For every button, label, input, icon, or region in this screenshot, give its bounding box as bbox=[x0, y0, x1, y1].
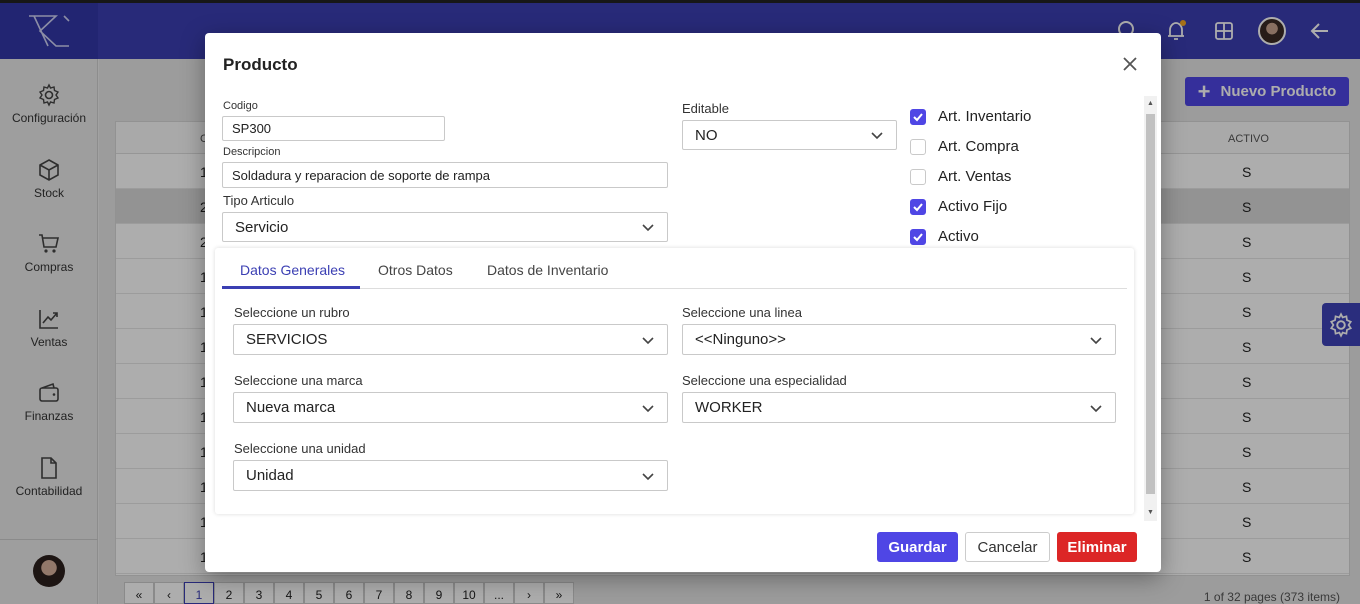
chevron-down-icon bbox=[642, 404, 654, 412]
product-modal: Producto ▲ ▼ Codigo SP300 Descripcion So… bbox=[205, 33, 1161, 572]
descripcion-field[interactable]: Soldadura y reparacion de soporte de ram… bbox=[222, 162, 668, 188]
tab-datos-generales[interactable]: Datos Generales bbox=[240, 262, 345, 278]
linea-label: Seleccione una linea bbox=[682, 305, 802, 320]
checkbox-unchecked[interactable] bbox=[910, 138, 926, 155]
checkbox-row[interactable]: Activo bbox=[910, 228, 979, 245]
chevron-down-icon bbox=[642, 336, 654, 344]
checkbox-row[interactable]: Art. Ventas bbox=[910, 168, 1011, 185]
close-icon[interactable] bbox=[1121, 55, 1139, 73]
tab-datos-inventario[interactable]: Datos de Inventario bbox=[487, 262, 608, 278]
tipo-articulo-label: Tipo Articulo bbox=[223, 193, 295, 208]
check-icon bbox=[913, 202, 923, 211]
tab-bar: Datos Generales Otros Datos Datos de Inv… bbox=[222, 248, 1127, 289]
checkbox-label: Art. Inventario bbox=[938, 108, 1032, 125]
active-tab-indicator bbox=[222, 286, 360, 289]
scroll-down-arrow[interactable]: ▼ bbox=[1146, 508, 1155, 518]
unidad-label: Seleccione una unidad bbox=[234, 441, 366, 456]
rubro-label: Seleccione un rubro bbox=[234, 305, 350, 320]
checkbox-label: Art. Ventas bbox=[938, 168, 1012, 185]
marca-value: Nueva marca bbox=[246, 399, 336, 416]
codigo-value: SP300 bbox=[232, 121, 272, 136]
checkbox-checked[interactable] bbox=[910, 198, 926, 215]
chevron-down-icon bbox=[642, 224, 654, 232]
checkbox-unchecked[interactable] bbox=[910, 168, 926, 185]
editable-label: Editable bbox=[682, 101, 729, 116]
check-icon bbox=[913, 232, 923, 241]
linea-value: <<Ninguno>> bbox=[695, 331, 786, 348]
rubro-value: SERVICIOS bbox=[246, 331, 328, 348]
checkbox-row[interactable]: Art. Compra bbox=[910, 138, 1019, 155]
save-button[interactable]: Guardar bbox=[877, 532, 958, 562]
checkbox-label: Activo bbox=[938, 228, 979, 245]
modal-title: Producto bbox=[223, 55, 298, 74]
tipo-articulo-value: Servicio bbox=[235, 218, 289, 236]
check-icon bbox=[913, 112, 923, 121]
chevron-down-icon bbox=[1090, 404, 1102, 412]
codigo-field[interactable]: SP300 bbox=[222, 116, 445, 141]
descripcion-label: Descripcion bbox=[223, 146, 281, 158]
scroll-thumb[interactable] bbox=[1146, 114, 1155, 494]
checkbox-checked[interactable] bbox=[910, 108, 926, 125]
chevron-down-icon bbox=[642, 472, 654, 480]
especialidad-select[interactable]: WORKER bbox=[682, 392, 1116, 423]
codigo-label: Codigo bbox=[223, 100, 258, 112]
checkbox-row[interactable]: Activo Fijo bbox=[910, 198, 1007, 215]
chevron-down-icon bbox=[1090, 336, 1102, 344]
marca-select[interactable]: Nueva marca bbox=[233, 392, 668, 423]
especialidad-label: Seleccione una especialidad bbox=[682, 373, 847, 388]
especialidad-value: WORKER bbox=[695, 399, 763, 416]
tab-otros-datos[interactable]: Otros Datos bbox=[378, 262, 453, 278]
tabs-panel: Datos Generales Otros Datos Datos de Inv… bbox=[215, 248, 1134, 514]
marca-label: Seleccione una marca bbox=[234, 373, 363, 388]
tipo-articulo-select[interactable]: Servicio bbox=[222, 212, 668, 242]
checkbox-label: Activo Fijo bbox=[938, 198, 1008, 215]
scroll-up-arrow[interactable]: ▲ bbox=[1146, 99, 1155, 109]
modal-scrollbar[interactable]: ▲ ▼ bbox=[1144, 96, 1157, 521]
editable-value: NO bbox=[695, 126, 718, 144]
unidad-value: Unidad bbox=[246, 467, 294, 484]
chevron-down-icon bbox=[871, 132, 883, 140]
unidad-select[interactable]: Unidad bbox=[233, 460, 668, 491]
checkbox-checked[interactable] bbox=[910, 228, 926, 245]
checkbox-row[interactable]: Art. Inventario bbox=[910, 108, 1031, 125]
linea-select[interactable]: <<Ninguno>> bbox=[682, 324, 1116, 355]
editable-select[interactable]: NO bbox=[682, 120, 897, 150]
cancel-button[interactable]: Cancelar bbox=[965, 532, 1050, 562]
checkbox-label: Art. Compra bbox=[938, 138, 1019, 155]
rubro-select[interactable]: SERVICIOS bbox=[233, 324, 668, 355]
descripcion-value: Soldadura y reparacion de soporte de ram… bbox=[232, 167, 490, 183]
delete-button[interactable]: Eliminar bbox=[1057, 532, 1137, 562]
